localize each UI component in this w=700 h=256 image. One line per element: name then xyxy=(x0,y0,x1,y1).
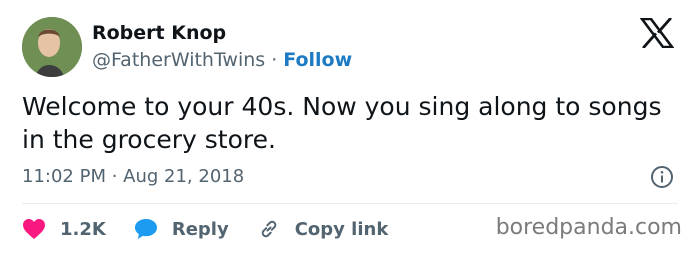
tweet-text: Welcome to your 40s. Now you sing along … xyxy=(22,92,662,154)
watermark: boredpanda.com xyxy=(495,215,682,240)
like-count: 1.2K xyxy=(60,218,106,240)
x-logo-icon[interactable] xyxy=(640,18,674,48)
separator-dot: · xyxy=(271,49,278,71)
like-button[interactable]: 1.2K xyxy=(22,218,106,240)
tweet-card: Robert Knop @FatherWithTwins · Follow Welc… xyxy=(0,0,700,256)
speech-bubble-icon xyxy=(134,219,157,239)
follow-button[interactable]: Follow xyxy=(283,49,352,71)
avatar-photo xyxy=(22,17,82,77)
reply-label: Reply xyxy=(171,218,229,240)
info-icon[interactable] xyxy=(650,165,674,189)
author-handle[interactable]: @FatherWithTwins xyxy=(92,49,265,71)
action-bar: 1.2K Reply Copy link xyxy=(22,216,416,242)
divider xyxy=(22,203,678,204)
heart-icon xyxy=(23,219,45,239)
copy-link-label: Copy link xyxy=(294,218,389,240)
avatar[interactable] xyxy=(22,17,82,77)
author-name[interactable]: Robert Knop xyxy=(92,22,226,44)
link-icon xyxy=(261,220,276,238)
tweet-timestamp[interactable]: 11:02 PM · Aug 21, 2018 xyxy=(22,166,244,187)
author-handle-row: @FatherWithTwins · Follow xyxy=(92,49,352,71)
copy-link-button[interactable]: Copy link xyxy=(257,217,389,241)
reply-button[interactable]: Reply xyxy=(134,218,229,240)
